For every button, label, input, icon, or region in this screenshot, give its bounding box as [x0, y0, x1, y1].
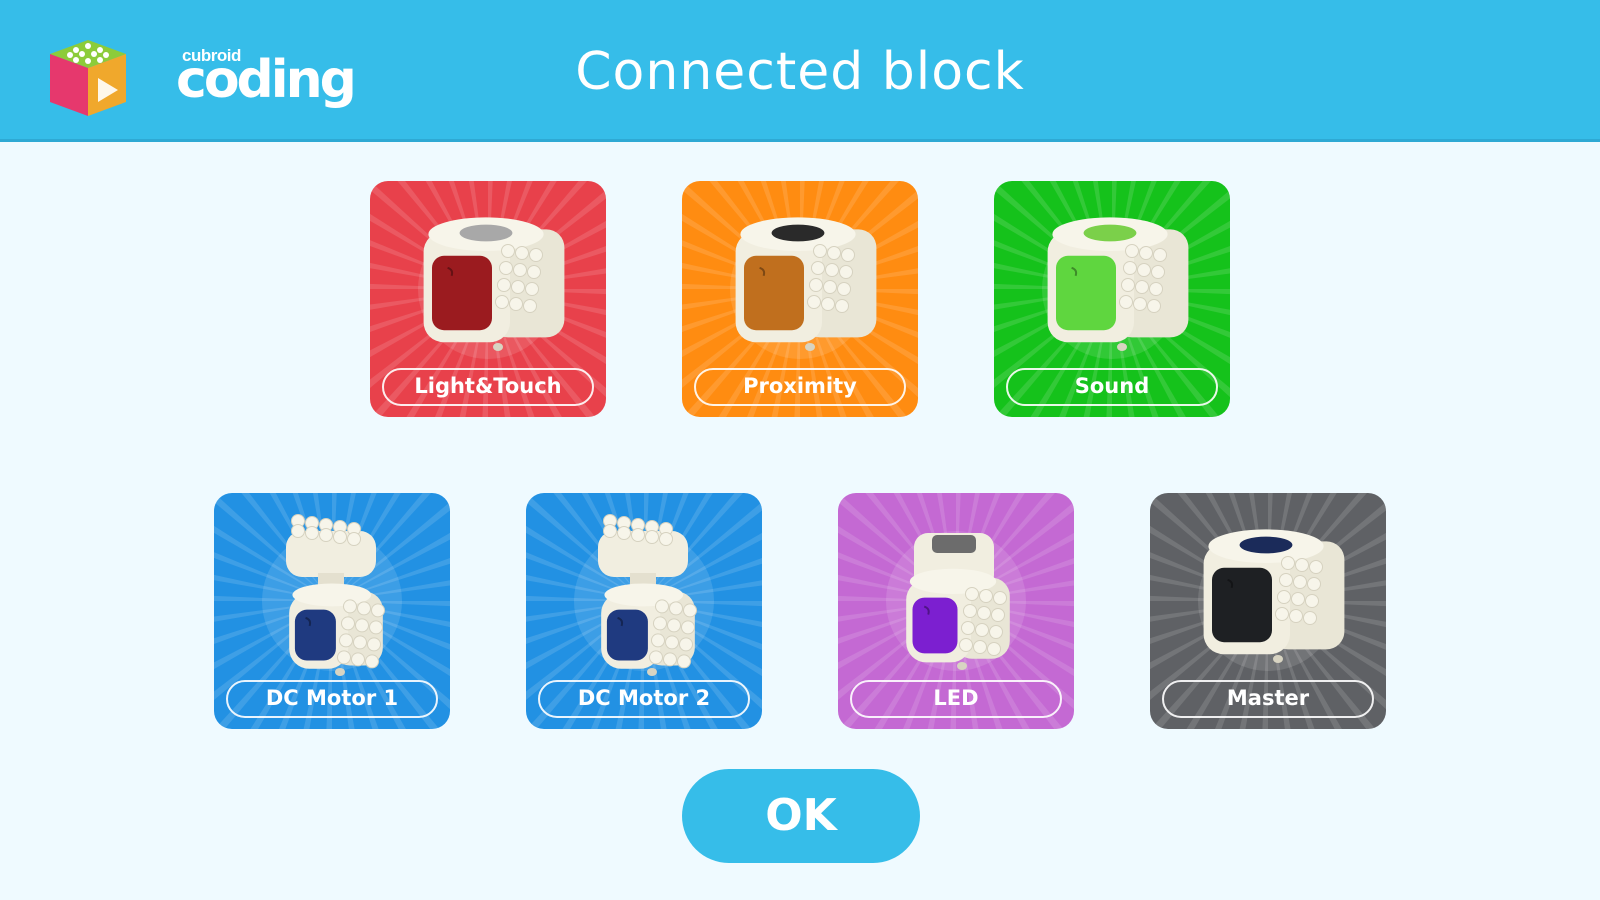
block-card-master[interactable]: Master — [1150, 493, 1386, 729]
block-label: LED — [850, 680, 1062, 718]
block-card-sound[interactable]: Sound — [994, 181, 1230, 417]
block-card-led[interactable]: LED — [838, 493, 1074, 729]
block-label: DC Motor 1 — [226, 680, 438, 718]
ok-button[interactable]: OK — [682, 769, 920, 863]
header-bar: cubroid coding Connected block — [0, 0, 1600, 142]
block-label: DC Motor 2 — [538, 680, 750, 718]
block-card-dc-motor-1[interactable]: DC Motor 1 — [214, 493, 450, 729]
block-card-light-touch[interactable]: Light&Touch — [370, 181, 606, 417]
page-title: Connected block — [575, 42, 1025, 102]
block-label: Sound — [1006, 368, 1218, 406]
block-card-dc-motor-2[interactable]: DC Motor 2 — [526, 493, 762, 729]
block-label: Proximity — [694, 368, 906, 406]
block-label: Master — [1162, 680, 1374, 718]
block-label: Light&Touch — [382, 368, 594, 406]
block-card-proximity[interactable]: Proximity — [682, 181, 918, 417]
